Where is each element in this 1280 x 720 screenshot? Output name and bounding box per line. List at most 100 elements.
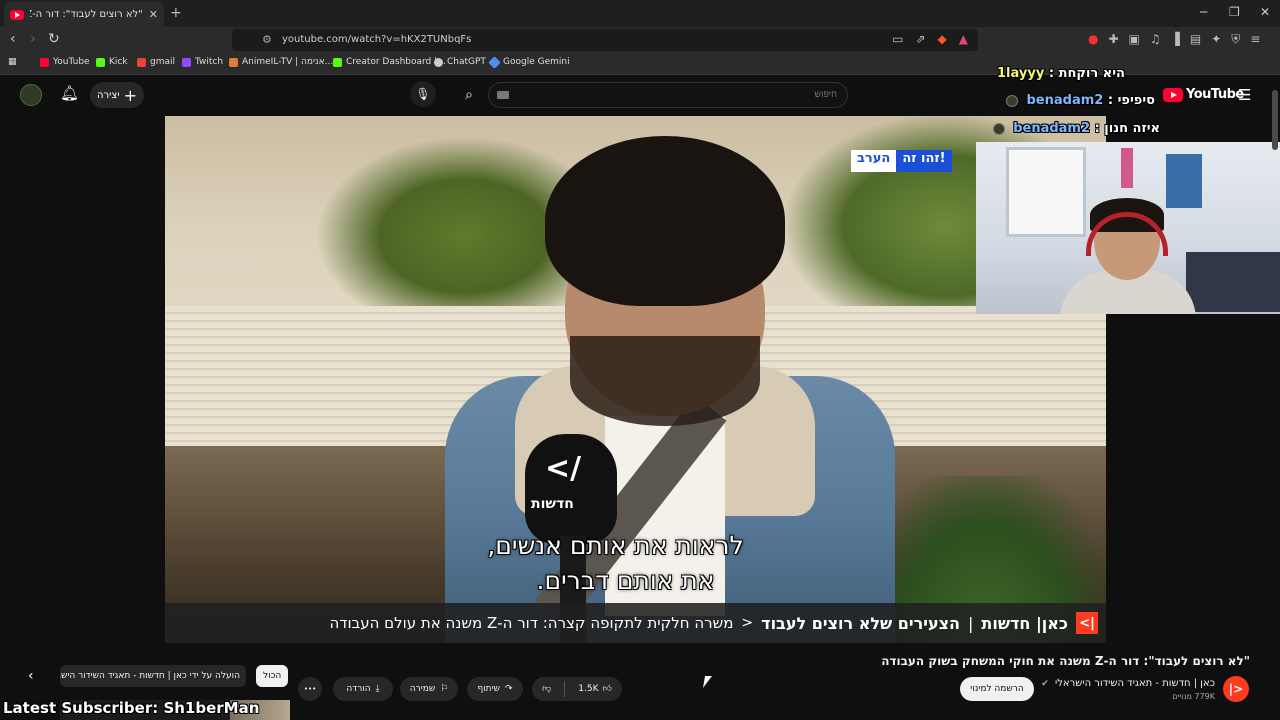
beard [570, 336, 760, 426]
download-button[interactable]: ⤓ הורדה [333, 677, 393, 701]
browser-tabbar: "לא רוצים לעבוד": דור ה-Z משנה ✕ + ─ ❐ ✕ [0, 0, 1280, 27]
latest-subscriber-overlay: Latest Subscriber: Sh1berMan [3, 699, 260, 717]
sidebar-icon[interactable]: ▐ [1171, 32, 1180, 47]
like-count: 1.5K [578, 684, 599, 694]
keyboard-icon[interactable] [497, 91, 509, 99]
youtube-bookmark-icon [40, 57, 49, 67]
bookmark-icon: ⚐ [440, 684, 449, 694]
record-extension-icon[interactable]: ● [1088, 32, 1098, 47]
badge-zeh: זהו זה! [896, 150, 952, 172]
thumbs-up-icon: 👍︎ [602, 684, 612, 694]
animeil-icon [229, 57, 238, 67]
channel-name[interactable]: כאן | חדשות - תאגיד השידור הישראלי ✔ [1041, 678, 1215, 689]
menu-icon[interactable]: ≡ [1250, 32, 1260, 47]
ticker-separator: | [968, 613, 974, 633]
reload-icon[interactable]: ↻ [48, 31, 60, 47]
tab-title: "לא רוצים לעבוד": דור ה-Z משנה [30, 9, 143, 20]
bookmark-item[interactable]: ChatGPT [434, 57, 486, 67]
chips-prev-icon[interactable]: ‹ [28, 668, 34, 684]
share-button[interactable]: ↷ שיתוף [467, 677, 523, 701]
verified-icon: ✔ [1041, 679, 1049, 689]
thumbs-down-icon: 👎︎ [542, 684, 552, 694]
download-label: הורדה [346, 684, 371, 694]
subscriber-count: 779K מנויים [1172, 692, 1215, 701]
divider [564, 681, 566, 697]
share-label: שיתוף [477, 684, 500, 694]
gmail-icon [137, 57, 146, 67]
close-tab-icon[interactable]: ✕ [149, 8, 158, 21]
chat-text: איזה חנון : [1094, 121, 1160, 136]
more-actions-button[interactable]: ••• [298, 677, 322, 701]
page-scrollbar[interactable] [1272, 90, 1278, 720]
music-icon[interactable]: ♫ [1150, 32, 1161, 47]
search-box[interactable] [488, 82, 848, 108]
bookmark-item[interactable]: Creator Dashboard |... [333, 57, 446, 67]
plus-icon: + [123, 85, 137, 105]
share-page-icon[interactable]: ⇗ [915, 32, 925, 46]
close-window-icon[interactable]: ✕ [1260, 5, 1270, 19]
share-icon: ↷ [504, 684, 513, 694]
bookmark-item[interactable]: Kick [96, 57, 128, 67]
notifications-bell-icon[interactable]: 🔔︎ [60, 84, 79, 102]
chip-uploaded-by[interactable]: הועלה על ידי כאן | חדשות - תאגיד השידור … [60, 665, 246, 687]
chatgpt-icon [434, 57, 443, 67]
subscribe-button[interactable]: הרשמה למינוי [960, 677, 1034, 701]
minimize-icon[interactable]: ─ [1200, 5, 1207, 19]
bookmark-item[interactable]: YouTube [40, 57, 90, 67]
bookmark-item[interactable]: Google Gemini [488, 55, 570, 69]
search-input[interactable] [537, 89, 837, 99]
apps-grid-icon[interactable]: ▦ [8, 57, 17, 67]
back-icon[interactable]: ‹ [10, 31, 16, 47]
account-avatar[interactable] [20, 84, 42, 106]
youtube-logo[interactable]: YouTube [1163, 87, 1244, 102]
forward-icon[interactable]: › [30, 31, 36, 47]
bookmark-item[interactable]: AnimeIL-TV | אנימה... [229, 57, 333, 67]
bookmark-item[interactable]: gmail [137, 57, 175, 67]
save-button[interactable]: ⚐ שמירה [400, 677, 458, 701]
mic-text: חדשות [531, 496, 574, 512]
address-bar[interactable]: ⚙ youtube.com/watch?v=hKX2TUNbqFs ▭ ⇗ ◆ … [232, 29, 978, 51]
download-icon: ⤓ [375, 684, 380, 694]
channel-avatar[interactable]: |> [1223, 676, 1249, 702]
chip-all[interactable]: הכול [256, 665, 289, 687]
ticker-brand: כאן| חדשות [981, 613, 1068, 633]
ticker-topic: הצעירים שלא רוצים לעבוד [761, 613, 961, 633]
screen: "לא רוצים לעבוד": דור ה-Z משנה ✕ + ─ ❐ ✕… [0, 0, 1280, 720]
ai-icon[interactable]: ✦ [1211, 32, 1221, 47]
scrollbar-thumb[interactable] [1272, 90, 1278, 150]
new-tab-button[interactable]: + [170, 5, 182, 21]
channel-name-text: כאן | חדשות - תאגיד השידור הישראלי [1055, 678, 1215, 689]
rewards-icon[interactable]: ▲ [959, 32, 968, 46]
voice-search-button[interactable]: 🎙︎ [410, 81, 436, 107]
search-button[interactable]: ⌕ [452, 82, 486, 108]
chat-username: benadam2 [1026, 93, 1104, 108]
restore-icon[interactable]: ❐ [1229, 5, 1240, 19]
chat-text: סיפיפי : [1107, 93, 1155, 108]
brave-shield-icon[interactable]: ◆ [938, 32, 947, 46]
microphone-icon: 🎙︎ [415, 87, 431, 101]
twitch-icon [182, 57, 191, 67]
ticker-headline: משרה חלקית לתקופה קצרה: דור ה-Z משנה את … [329, 614, 734, 632]
chat-emote-icon [992, 122, 1005, 135]
subtitle-line: את אותם דברים. [536, 566, 715, 595]
wallet-icon[interactable]: ▤ [1190, 32, 1201, 47]
site-info-icon[interactable]: ⚙ [262, 33, 272, 46]
guide-menu-icon[interactable]: ☰ [1238, 86, 1251, 104]
browser-tab[interactable]: "לא רוצים לעבוד": דור ה-Z משנה ✕ [4, 2, 164, 27]
chat-emote-icon [1005, 94, 1018, 107]
dislike-button[interactable]: 👎︎ [534, 684, 559, 694]
vpn-icon[interactable]: ⛨ [1231, 32, 1240, 47]
extensions-icon[interactable]: ✚ [1108, 32, 1118, 47]
create-button[interactable]: יצירה + [90, 82, 144, 108]
cast-icon[interactable]: ▭ [892, 32, 903, 46]
video-player[interactable]: </ חדשות הערב זהו זה! לראות את אותם אנשי… [165, 116, 1106, 643]
program-badge: הערב זהו זה! [851, 150, 952, 172]
webcam-poster [1121, 148, 1133, 188]
streamer-webcam [976, 142, 1280, 314]
screenshot-icon[interactable]: ▣ [1129, 32, 1140, 47]
mic-logo: </ [545, 451, 582, 486]
ticker-arrow-icon: < [741, 615, 754, 631]
chat-username: 1layyy [997, 66, 1045, 81]
like-button[interactable]: 👍︎ 1.5K [570, 684, 620, 694]
bookmark-item[interactable]: Twitch [182, 57, 223, 67]
